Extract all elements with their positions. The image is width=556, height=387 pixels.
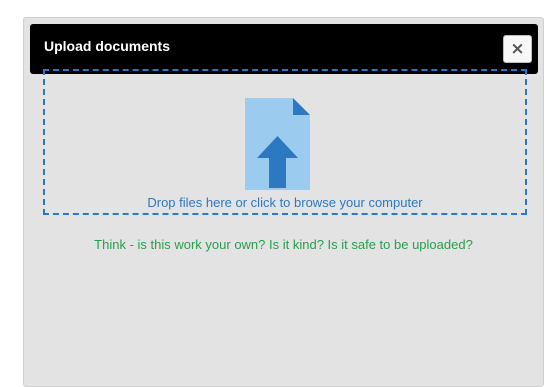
file-upload-icon (245, 98, 310, 190)
dialog-header: Upload documents × (30, 24, 538, 74)
close-button[interactable]: × (503, 35, 532, 63)
dialog-title: Upload documents (44, 38, 171, 54)
close-icon: × (510, 39, 525, 59)
file-dropzone[interactable]: Drop files here or click to browse your … (43, 69, 527, 215)
upload-dialog: Upload documents × Drop files here or cl… (23, 17, 544, 387)
dropzone-text: Drop files here or click to browse your … (147, 195, 423, 210)
upload-warning-text: Think - is this work your own? Is it kin… (94, 237, 473, 252)
